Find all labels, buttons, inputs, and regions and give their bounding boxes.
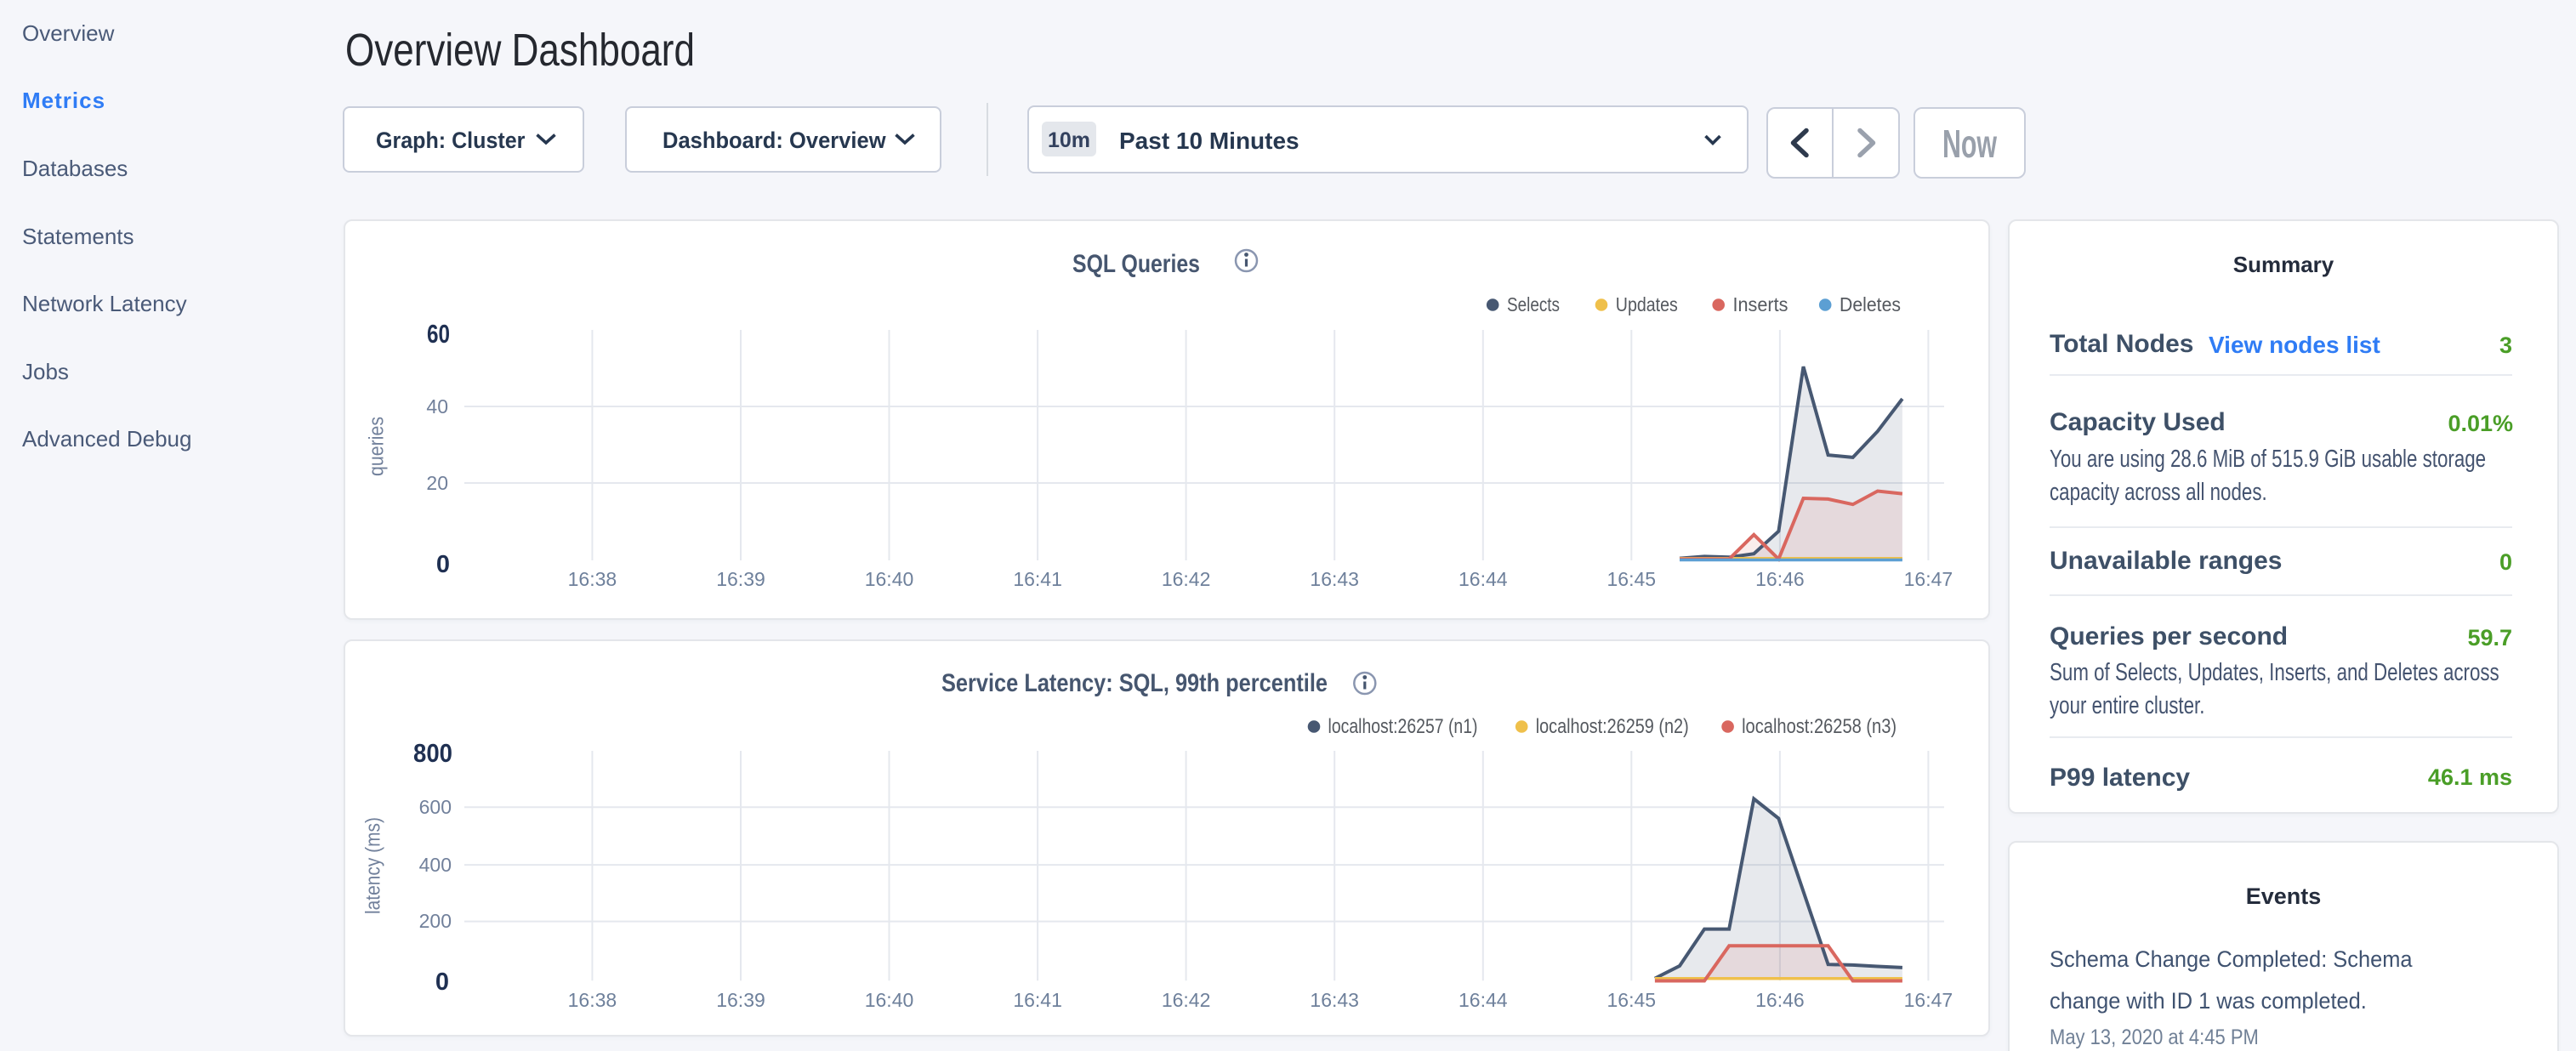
svg-text:400: 400	[419, 854, 452, 876]
svg-text:16:40: 16:40	[865, 989, 914, 1011]
svg-text:40: 40	[426, 395, 448, 418]
svg-text:Selects: Selects	[1507, 293, 1560, 315]
svg-text:localhost:26259 (n2): localhost:26259 (n2)	[1536, 715, 1689, 738]
svg-text:16:45: 16:45	[1607, 568, 1657, 590]
svg-text:Service Latency: SQL, 99th per: Service Latency: SQL, 99th percentile	[941, 669, 1328, 697]
svg-text:latency (ms): latency (ms)	[362, 817, 385, 914]
svg-text:0: 0	[436, 551, 450, 578]
svg-text:16:47: 16:47	[1904, 989, 1953, 1011]
svg-text:16:45: 16:45	[1607, 989, 1657, 1011]
svg-text:localhost:26258 (n3): localhost:26258 (n3)	[1742, 715, 1896, 738]
svg-text:800: 800	[413, 738, 452, 768]
svg-text:16:46: 16:46	[1755, 568, 1805, 590]
svg-text:Deletes: Deletes	[1840, 293, 1901, 315]
svg-text:600: 600	[419, 796, 452, 818]
svg-text:0: 0	[435, 969, 449, 996]
svg-text:16:41: 16:41	[1013, 568, 1062, 590]
svg-text:16:44: 16:44	[1459, 568, 1508, 590]
svg-text:16:43: 16:43	[1310, 568, 1359, 590]
svg-text:16:46: 16:46	[1755, 989, 1805, 1011]
svg-text:16:44: 16:44	[1459, 989, 1508, 1011]
svg-text:60: 60	[427, 319, 450, 349]
svg-text:16:41: 16:41	[1013, 989, 1062, 1011]
svg-text:Updates: Updates	[1616, 293, 1678, 315]
svg-text:queries: queries	[366, 417, 389, 476]
svg-text:16:40: 16:40	[865, 568, 914, 590]
svg-text:Inserts: Inserts	[1733, 293, 1788, 315]
svg-text:16:38: 16:38	[568, 989, 617, 1011]
svg-text:16:47: 16:47	[1904, 568, 1953, 590]
svg-text:SQL Queries: SQL Queries	[1072, 250, 1200, 278]
svg-text:200: 200	[419, 910, 452, 932]
svg-text:16:38: 16:38	[568, 568, 617, 590]
svg-text:16:42: 16:42	[1162, 989, 1211, 1011]
svg-text:localhost:26257 (n1): localhost:26257 (n1)	[1328, 715, 1478, 738]
svg-text:16:42: 16:42	[1162, 568, 1211, 590]
svg-text:16:43: 16:43	[1310, 989, 1359, 1011]
svg-text:20: 20	[426, 472, 448, 494]
svg-text:16:39: 16:39	[716, 568, 765, 590]
svg-text:16:39: 16:39	[716, 989, 765, 1011]
